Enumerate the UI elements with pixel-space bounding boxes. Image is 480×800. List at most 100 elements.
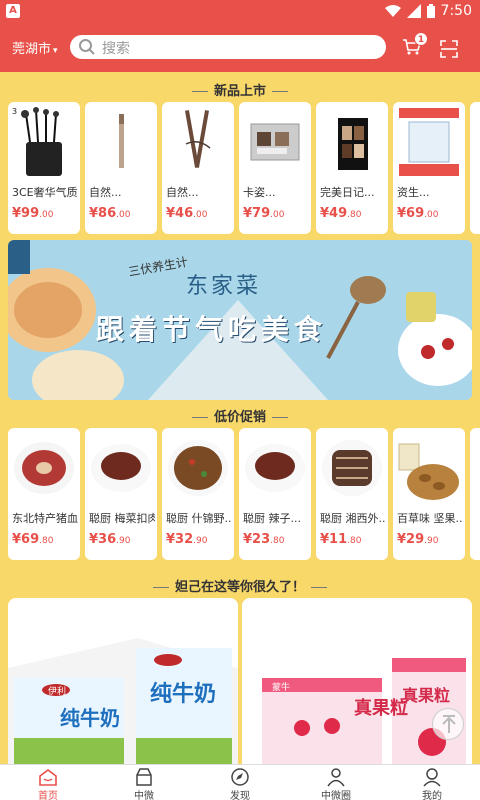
product-name: 自然... [89, 186, 122, 199]
featured-product-card[interactable]: 纯牛奶 纯牛奶 伊利 [8, 598, 238, 764]
svg-text:3: 3 [12, 107, 17, 116]
promo-banner[interactable]: 三伏养生计 东家菜 跟着节气吃美食 [8, 240, 472, 400]
product-name: 百草味 坚果... [397, 512, 463, 525]
banner-brand: 东家菜 [186, 274, 262, 299]
milk-label-right: 纯牛奶 [150, 682, 217, 707]
product-price: ¥69.80 [12, 532, 54, 547]
food-dish-image [168, 440, 228, 496]
product-price: ¥11.80 [320, 532, 362, 547]
product-card[interactable]: 3 3CE奢华气质... ¥99.00 [8, 102, 80, 234]
fruit-milk-label: 真果粒 [354, 698, 408, 719]
fruit-milk-brand: 蒙牛 [272, 683, 291, 693]
section-title-new: 新品上市 [0, 80, 480, 99]
fruit-milk-label-right: 真果粒 [402, 686, 451, 705]
food-dish-image [91, 444, 151, 492]
milk-label-left: 纯牛奶 [60, 706, 120, 730]
food-dish-image [322, 440, 382, 496]
banner-headline: 跟着节气吃美食 [96, 313, 328, 346]
food-dish-image [245, 444, 305, 492]
wifi-icon [384, 5, 401, 17]
product-card[interactable]: 完美日记... ¥49.80 [316, 102, 388, 234]
product-price: ¥99.00 [12, 206, 54, 221]
status-bar: A 7:50 [0, 0, 480, 24]
product-card-partial[interactable] [470, 428, 480, 560]
home-icon [39, 769, 57, 786]
eyebrow-palette-image [250, 123, 300, 161]
eyebrow-pencil-image [184, 110, 211, 168]
tab-label: 首页 [38, 791, 58, 800]
tab-label: 中微圈 [321, 791, 351, 800]
section-title-promo: 低价促销 [0, 406, 480, 425]
product-price: ¥29.90 [397, 532, 439, 547]
search-icon [79, 39, 95, 55]
product-card[interactable]: 聪厨 梅菜扣肉... ¥36.90 [85, 428, 157, 560]
people-icon [327, 768, 345, 787]
milk-brand: 伊利 [48, 687, 67, 697]
product-name: 聪厨 什锦野... [166, 512, 232, 525]
food-dish-image [14, 442, 74, 494]
product-card[interactable]: 东北特产猪血... ¥69.80 [8, 428, 80, 560]
bottom-tab-bar: 首页 中微 发现 中微圈 我的 [0, 764, 480, 800]
tab-discover[interactable]: 发现 [192, 765, 288, 800]
city-selector[interactable]: 莞湖市 ▾ [12, 38, 58, 57]
product-card[interactable]: 聪厨 湘西外... ¥11.80 [316, 428, 388, 560]
tab-mine[interactable]: 我的 [384, 765, 480, 800]
product-card[interactable]: 聪厨 什锦野... ¥32.90 [162, 428, 234, 560]
product-name: 聪厨 辣子... [243, 512, 301, 525]
city-label: 莞湖市 [12, 42, 52, 57]
product-price: ¥86.00 [89, 206, 131, 221]
signal-icon [406, 4, 421, 18]
new-products-row: 3 3CE奢华气质... ¥99.00 自然... ¥86.00 自然... ¥… [0, 102, 480, 234]
caret-down-icon: ▾ [53, 46, 58, 56]
cart-button[interactable]: 1 [402, 32, 428, 60]
compass-icon [231, 768, 249, 786]
battery-icon [426, 4, 435, 18]
search-placeholder: 搜索 [102, 41, 130, 57]
product-name: 自然... [166, 186, 199, 199]
nuts-jar-image [398, 443, 459, 500]
product-name: 资生... [397, 186, 430, 199]
product-card[interactable]: 自然... ¥46.00 [162, 102, 234, 234]
back-to-top-button[interactable] [432, 708, 464, 740]
product-price: ¥46.00 [166, 206, 208, 221]
app-notification-icon: A [6, 4, 20, 18]
tab-store[interactable]: 中微 [96, 765, 192, 800]
tab-label: 发现 [230, 791, 250, 800]
scan-icon[interactable] [440, 40, 458, 58]
contour-palette-image [338, 118, 368, 170]
product-price: ¥23.80 [243, 532, 285, 547]
tab-home[interactable]: 首页 [0, 765, 96, 800]
product-name: 聪厨 梅菜扣肉... [89, 512, 155, 525]
product-name: 卡姿... [243, 186, 276, 199]
section-title-waiting: 妲己在这等你很久了！ [0, 576, 480, 595]
product-card[interactable]: 聪厨 辣子... ¥23.80 [239, 428, 311, 560]
product-price: ¥69.00 [397, 206, 439, 221]
product-name: 东北特产猪血... [12, 512, 78, 525]
product-card[interactable]: 卡姿... ¥79.00 [239, 102, 311, 234]
tab-label: 我的 [422, 791, 442, 800]
product-card-partial[interactable] [470, 102, 480, 234]
promo-products-row: 东北特产猪血... ¥69.80 聪厨 梅菜扣肉... ¥36.90 聪厨 什锦… [0, 428, 480, 560]
product-card[interactable]: 百草味 坚果... ¥29.90 [393, 428, 465, 560]
skincare-box-image [399, 108, 459, 176]
product-card[interactable]: 资生... ¥69.00 [393, 102, 465, 234]
product-name: 完美日记... [320, 186, 375, 199]
arrow-up-icon [442, 715, 456, 733]
product-card[interactable]: 自然... ¥86.00 [85, 102, 157, 234]
product-price: ¥32.90 [166, 532, 208, 547]
eyebrow-pencil-image [119, 114, 124, 168]
status-time: 7:50 [440, 3, 472, 19]
tab-label: 中微 [134, 791, 154, 800]
cart-count-badge: 1 [414, 32, 428, 46]
product-price: ¥79.00 [243, 206, 285, 221]
product-name: 3CE奢华气质... [12, 186, 78, 199]
search-input[interactable]: 搜索 [70, 35, 386, 59]
store-icon [136, 768, 152, 786]
tab-circle[interactable]: 中微圈 [288, 765, 384, 800]
user-icon [423, 768, 441, 787]
app-header: 莞湖市 ▾ 搜索 1 [0, 24, 480, 72]
product-name: 聪厨 湘西外... [320, 512, 386, 525]
brush-set-image: 3 [12, 107, 62, 176]
product-price: ¥49.80 [320, 206, 362, 221]
product-price: ¥36.90 [89, 532, 131, 547]
